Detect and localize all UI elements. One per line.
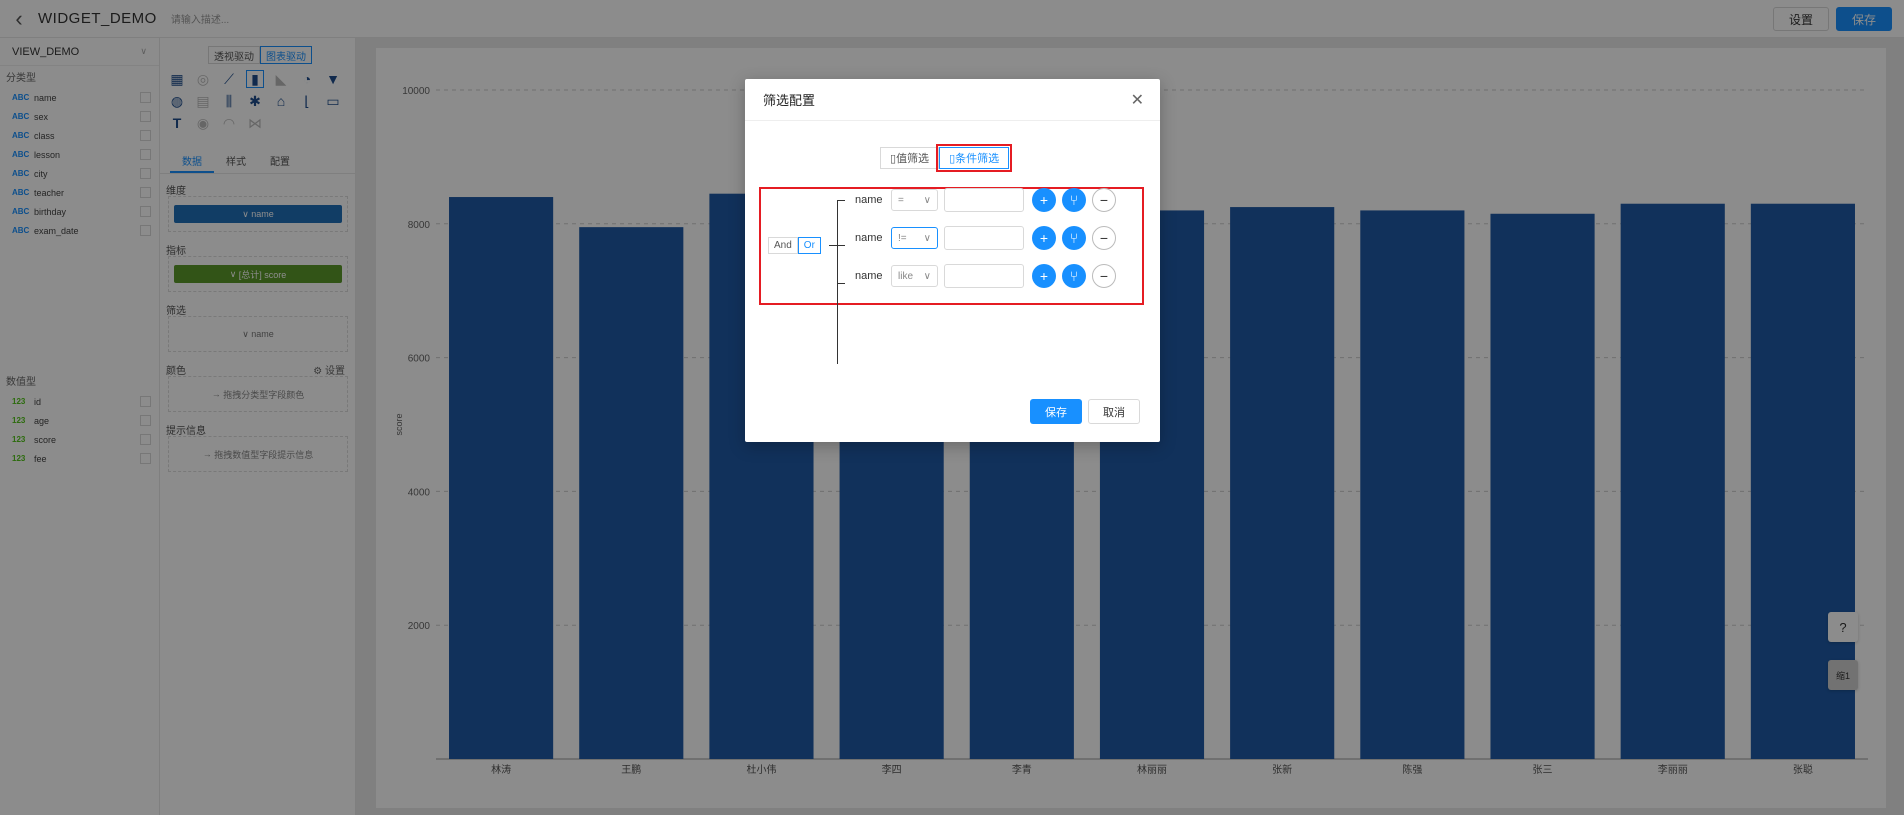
branch-condition-icon[interactable]: ⑂ <box>1062 264 1086 288</box>
and-or-toggle: And Or <box>768 237 821 254</box>
condition-field: name <box>855 232 883 244</box>
operator-select[interactable]: != ∨ <box>891 227 938 249</box>
operator-value: = <box>898 194 904 206</box>
tab-condition-filter[interactable]: ▯ 条件筛选 <box>936 144 1013 172</box>
modal-save-button[interactable]: 保存 <box>1030 399 1082 424</box>
add-condition-icon[interactable]: + <box>1032 264 1056 288</box>
filter-type-tabs: ▯ 值筛选 ▯ 条件筛选 <box>880 144 1013 172</box>
tree-trunk-line <box>837 200 838 364</box>
condition-field: name <box>855 270 883 282</box>
condition-value-input[interactable] <box>944 226 1024 250</box>
operator-value: like <box>898 270 914 282</box>
chevron-down-icon: ∨ <box>923 232 931 244</box>
operator-value: != <box>898 232 907 244</box>
condition-field: name <box>855 194 883 206</box>
modal-cancel-button[interactable]: 取消 <box>1088 399 1140 424</box>
branch-condition-icon[interactable]: ⑂ <box>1062 188 1086 212</box>
chevron-down-icon: ∨ <box>923 194 931 206</box>
filter-config-modal: 筛选配置 ✕ ▯ 值筛选 ▯ 条件筛选 And Or name = ∨ + ⑂ − name !=… <box>745 79 1160 442</box>
tree-branch-line <box>837 283 845 284</box>
tab-value-filter[interactable]: ▯ 值筛选 <box>880 147 940 169</box>
condition-row: name like ∨ + ⑂ − <box>855 263 1122 289</box>
tree-branch-line <box>837 245 845 246</box>
condition-row: name = ∨ + ⑂ − <box>855 187 1122 213</box>
remove-condition-icon[interactable]: − <box>1092 226 1116 250</box>
and-button[interactable]: And <box>768 237 798 254</box>
condition-value-input[interactable] <box>944 264 1024 288</box>
operator-select[interactable]: = ∨ <box>891 189 938 211</box>
remove-condition-icon[interactable]: − <box>1092 188 1116 212</box>
tree-join-line <box>829 245 837 246</box>
chevron-down-icon: ∨ <box>923 270 931 282</box>
condition-value-input[interactable] <box>944 188 1024 212</box>
operator-select[interactable]: like ∨ <box>891 265 938 287</box>
add-condition-icon[interactable]: + <box>1032 226 1056 250</box>
modal-title: 筛选配置 <box>763 93 816 108</box>
add-condition-icon[interactable]: + <box>1032 188 1056 212</box>
condition-row: name != ∨ + ⑂ − <box>855 225 1122 251</box>
remove-condition-icon[interactable]: − <box>1092 264 1116 288</box>
modal-header: 筛选配置 ✕ <box>745 79 1160 121</box>
or-button[interactable]: Or <box>797 237 821 254</box>
close-icon[interactable]: ✕ <box>1131 90 1144 110</box>
tree-branch-line <box>837 200 845 201</box>
modal-footer: 保存 取消 <box>1030 399 1140 424</box>
branch-condition-icon[interactable]: ⑂ <box>1062 226 1086 250</box>
